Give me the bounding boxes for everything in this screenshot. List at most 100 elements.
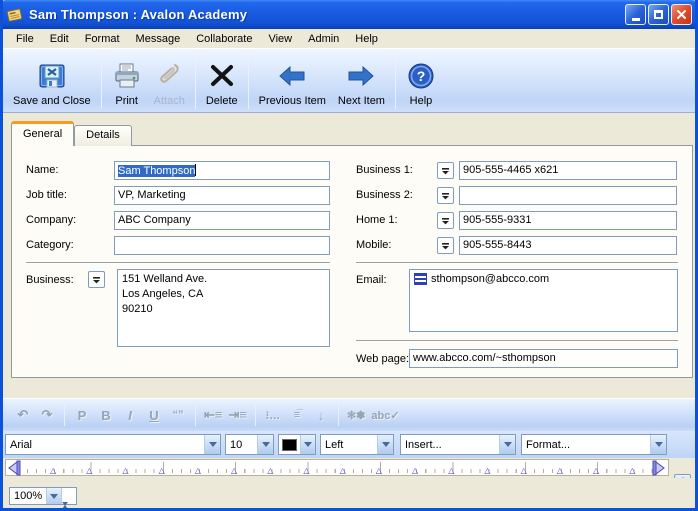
- zoom-control[interactable]: 100%: [9, 487, 77, 505]
- email-list[interactable]: sthompson@abcco.com: [409, 269, 678, 332]
- address-type-dropdown[interactable]: [88, 271, 105, 288]
- paragraph-style-icon[interactable]: P: [70, 404, 94, 426]
- print-button[interactable]: Print: [106, 53, 148, 109]
- email-list-item[interactable]: sthompson@abcco.com: [414, 273, 673, 285]
- outdent-icon[interactable]: ⇤≡: [201, 404, 225, 426]
- alignment-combo[interactable]: Left: [320, 434, 394, 455]
- tab-stop-marker[interactable]: △: [557, 466, 563, 475]
- undo-icon[interactable]: ↶: [11, 404, 35, 426]
- font-size-combo[interactable]: 10: [225, 434, 274, 455]
- font-family-value: Arial: [6, 439, 204, 451]
- category-input[interactable]: [114, 236, 330, 255]
- move-down-icon[interactable]: ↓: [309, 404, 333, 426]
- insert-combo[interactable]: Insert...: [400, 434, 516, 455]
- web-page-value: www.abcco.com/~sthompson: [413, 352, 556, 364]
- spell-check-icon[interactable]: abc✓: [368, 404, 402, 426]
- italic-icon[interactable]: I: [118, 404, 142, 426]
- tab-stop-marker[interactable]: △: [267, 466, 273, 475]
- next-item-button[interactable]: Next Item: [332, 53, 391, 109]
- tab-stop-marker[interactable]: △: [376, 466, 382, 475]
- previous-item-button[interactable]: Previous Item: [253, 53, 332, 109]
- menu-view[interactable]: View: [260, 31, 300, 47]
- contact-card-icon: [6, 7, 24, 23]
- close-icon: [676, 9, 687, 20]
- font-color-combo[interactable]: [278, 434, 316, 455]
- indent-icon[interactable]: ⇥≡: [225, 404, 249, 426]
- tab-stop-marker[interactable]: △: [629, 466, 635, 475]
- mobile-input[interactable]: 905-555-8443: [459, 236, 677, 255]
- menu-bar: File Edit Format Message Collaborate Vie…: [3, 29, 695, 48]
- tab-stop-marker[interactable]: △: [303, 466, 309, 475]
- bold-icon[interactable]: B: [94, 404, 118, 426]
- business2-input[interactable]: [459, 186, 677, 205]
- tab-stop-icon[interactable]: ⁝…: [261, 404, 285, 426]
- home1-input[interactable]: 905-555-9331: [459, 211, 677, 230]
- insert-value: Insert...: [401, 439, 499, 451]
- ruler[interactable]: △ △ △ △ △ △ △ △ △ △ △ △ △ △ △ △ △: [5, 459, 669, 476]
- zoom-spinner[interactable]: [61, 488, 76, 504]
- dropdown-arrow-icon[interactable]: [650, 435, 666, 454]
- menu-help[interactable]: Help: [347, 31, 386, 47]
- dropdown-arrow-icon[interactable]: [204, 435, 220, 454]
- help-button[interactable]: ? Help: [400, 53, 442, 109]
- tab-stop-marker[interactable]: △: [50, 466, 56, 475]
- tab-details[interactable]: Details: [74, 125, 132, 146]
- menu-edit[interactable]: Edit: [42, 31, 77, 47]
- company-input[interactable]: ABC Company: [114, 211, 330, 230]
- menu-format[interactable]: Format: [77, 31, 128, 47]
- print-icon: [112, 59, 142, 93]
- maximize-button[interactable]: [648, 4, 669, 25]
- font-family-combo[interactable]: Arial: [5, 434, 221, 455]
- toolbar-button-label: Next Item: [338, 95, 385, 107]
- attach-button[interactable]: Attach: [148, 53, 191, 109]
- business1-type-dropdown[interactable]: [437, 162, 454, 179]
- section-divider: [356, 340, 678, 342]
- insert-symbol-icon[interactable]: ✻✽: [344, 404, 368, 426]
- section-divider: [26, 262, 330, 264]
- menu-collaborate[interactable]: Collaborate: [188, 31, 260, 47]
- delete-button[interactable]: Delete: [200, 53, 244, 109]
- tab-stop-marker[interactable]: △: [122, 466, 128, 475]
- menu-message[interactable]: Message: [128, 31, 189, 47]
- tab-stop-marker[interactable]: △: [412, 466, 418, 475]
- job-title-input[interactable]: VP, Marketing: [114, 186, 330, 205]
- save-and-close-button[interactable]: Save and Close: [7, 53, 97, 109]
- underline-icon[interactable]: U: [142, 404, 166, 426]
- margin-icon[interactable]: ≡̅: [285, 404, 309, 426]
- text-caret: [195, 164, 196, 176]
- tab-stop-marker[interactable]: △: [159, 466, 165, 475]
- tab-stop-marker[interactable]: △: [231, 466, 237, 475]
- tab-stop-marker[interactable]: △: [86, 466, 92, 475]
- tab-stop-marker[interactable]: △: [521, 466, 527, 475]
- minimize-button[interactable]: [625, 4, 646, 25]
- window-controls: [625, 4, 692, 25]
- home1-type-dropdown[interactable]: [437, 212, 454, 229]
- tab-stop-marker[interactable]: △: [195, 466, 201, 475]
- name-input[interactable]: Sam Thompson: [114, 161, 330, 180]
- tab-stop-marker[interactable]: △: [448, 466, 454, 475]
- dropdown-arrow-icon[interactable]: [499, 435, 515, 454]
- tab-stop-marker[interactable]: △: [593, 466, 599, 475]
- mobile-type-dropdown[interactable]: [437, 237, 454, 254]
- close-button[interactable]: [671, 4, 692, 25]
- formatting-combo-row: Arial 10 Left Insert... Format...: [3, 431, 695, 458]
- title-bar[interactable]: Sam Thompson : Avalon Academy: [0, 0, 698, 29]
- menu-admin[interactable]: Admin: [300, 31, 347, 47]
- dropdown-arrow-icon[interactable]: [377, 435, 393, 454]
- ruler-zone: △ △ △ △ △ △ △ △ △ △ △ △ △ △ △ △ △: [3, 458, 695, 478]
- tab-general[interactable]: General: [11, 121, 74, 146]
- menu-file[interactable]: File: [8, 31, 42, 47]
- business-address-textarea[interactable]: 151 Welland Ave. Los Angeles, CA 90210: [117, 269, 330, 347]
- quote-icon[interactable]: “”: [166, 404, 190, 426]
- dropdown-arrow-icon[interactable]: [300, 435, 315, 454]
- dropdown-arrow-icon[interactable]: [257, 435, 273, 454]
- tab-stop-marker[interactable]: △: [340, 466, 346, 475]
- web-page-input[interactable]: www.abcco.com/~sthompson: [409, 349, 678, 368]
- zoom-dropdown-button[interactable]: [46, 488, 61, 504]
- business2-label: Business 2:: [356, 189, 413, 201]
- format-combo[interactable]: Format...: [521, 434, 667, 455]
- business2-type-dropdown[interactable]: [437, 187, 454, 204]
- redo-icon[interactable]: ↷: [35, 404, 59, 426]
- business1-input[interactable]: 905-555-4465 x621: [459, 161, 677, 180]
- tab-stop-marker[interactable]: △: [484, 466, 490, 475]
